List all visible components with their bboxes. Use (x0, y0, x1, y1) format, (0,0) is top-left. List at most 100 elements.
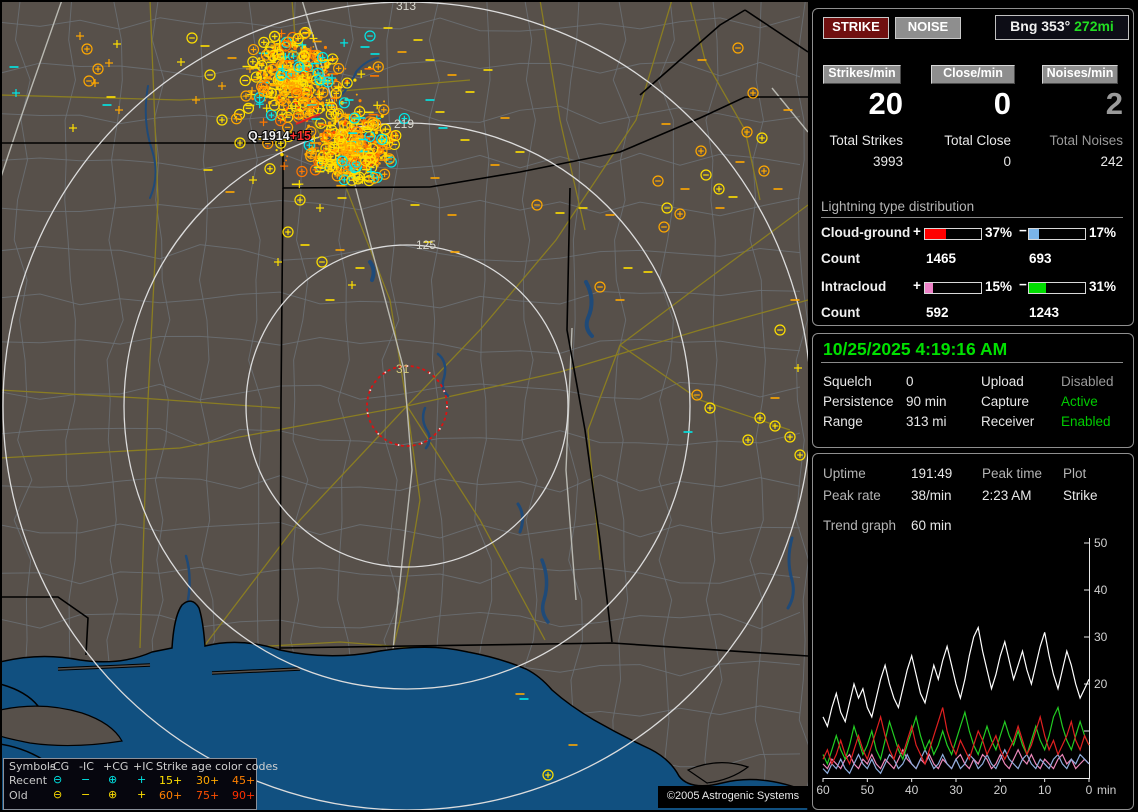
range-label: Range (823, 414, 863, 429)
svg-text:40: 40 (1094, 583, 1108, 597)
trend-graph: 50 40 30 20 60 50 40 30 20 10 0 min (816, 536, 1116, 797)
plus-sign: + (913, 278, 921, 293)
status-panel: 10/25/2025 4:19:16 AM Squelch 0 Upload D… (812, 333, 1134, 448)
noise-button[interactable]: NOISE (895, 17, 961, 39)
plus-icon-old: + (137, 788, 147, 801)
circle-minus-icon-recent: ⊖ (53, 773, 63, 786)
strike-button[interactable]: STRIKE (823, 17, 889, 39)
persistence-label: Persistence (823, 394, 894, 409)
legend-row-label: Recent (9, 774, 48, 787)
squelch-label: Squelch (823, 374, 872, 389)
svg-text:31: 31 (396, 362, 410, 376)
legend-header: -IC (79, 760, 94, 773)
plus-icon-recent: + (137, 773, 147, 786)
legend-row-label: Old (9, 789, 28, 802)
total-strikes-value: 3993 (872, 154, 903, 169)
svg-text:30: 30 (949, 783, 963, 797)
divider (821, 217, 1123, 218)
strike-map[interactable]: 313 219 125 31 Q-1914+15 Symbols -CG -IC +CG +IC… (2, 2, 808, 810)
range-value: 313 mi (906, 414, 947, 429)
rivers-layer (144, 57, 795, 638)
cg-pos-bar (924, 228, 982, 240)
map-canvas[interactable]: 313 219 125 31 Q-1914+15 (2, 2, 808, 810)
app-window: { "panel": { "strike_button": "STRIKE", … (0, 0, 1138, 812)
strikes-per-min-chip: Strikes/min (823, 65, 901, 84)
cloud-ground-label: Cloud-ground (821, 225, 911, 240)
ic-pos-bar-fill (925, 283, 934, 293)
capture-label: Capture (981, 394, 1030, 409)
svg-text:40: 40 (905, 783, 919, 797)
svg-text:20: 20 (1094, 677, 1108, 691)
strike-stats-panel: STRIKE NOISE Bng 353° 272mi Strikes/min … (812, 8, 1134, 326)
map-legend: Symbols -CG -IC +CG +IC Strike age color code… (3, 758, 278, 810)
circle-minus-icon-old: ⊖ (53, 788, 63, 801)
strikes-per-min-value: 20 (868, 86, 903, 121)
total-noises-label: Total Noises (1049, 133, 1123, 148)
svg-text:min: min (1097, 783, 1116, 797)
minus-sign: − (1019, 223, 1027, 238)
distribution-title: Lightning type distribution (821, 199, 975, 214)
capture-status: Active (1061, 394, 1098, 409)
squelch-value: 0 (906, 374, 914, 389)
svg-text:60: 60 (816, 783, 830, 797)
legend-age-value: 15+ (159, 774, 183, 787)
copyright-text: ©2005 Astrogenic Systems (658, 786, 808, 808)
legend-age-value: 60+ (159, 789, 183, 802)
legend-age-value: 30+ (196, 774, 220, 787)
cg-pos-bar-fill (925, 229, 946, 239)
svg-text:10: 10 (1038, 783, 1052, 797)
minus-icon-recent: − (81, 773, 91, 786)
ic-count-label: Count (821, 305, 860, 320)
circle-plus-icon-old: ⊕ (108, 788, 118, 801)
legend-age-value: 45+ (232, 774, 256, 787)
cg-neg-percent: 17% (1089, 225, 1117, 240)
cg-pos-count: 1465 (926, 251, 957, 266)
upload-status: Disabled (1061, 374, 1114, 389)
close-per-min-chip: Close/min (931, 65, 1015, 84)
svg-text:125: 125 (416, 238, 436, 252)
state-borders-layer (2, 9, 808, 657)
storm-cell-trac-label: Q-1914+15 (248, 129, 311, 143)
minus-icon-old: − (81, 788, 91, 801)
ic-neg-count: 1243 (1029, 305, 1060, 320)
noises-per-min-chip: Noises/min (1042, 65, 1118, 84)
svg-text:0: 0 (1086, 783, 1093, 797)
legend-age-value: 75+ (196, 789, 220, 802)
legend-age-title: Strike age color codes (156, 760, 278, 773)
minus-sign: − (1019, 277, 1027, 292)
ic-pos-bar (924, 282, 982, 294)
noises-per-min-value: 2 (1105, 86, 1123, 121)
receiver-status: Enabled (1061, 414, 1111, 429)
svg-text:50: 50 (1094, 536, 1108, 550)
ic-neg-bar (1028, 282, 1086, 294)
total-close-value: 0 (1003, 154, 1011, 169)
cg-neg-bar-fill (1029, 229, 1039, 239)
legend-header: +CG (103, 760, 129, 773)
divider (821, 362, 1123, 363)
legend-header: -CG (49, 760, 70, 773)
ic-pos-percent: 15% (985, 279, 1013, 294)
svg-text:20: 20 (994, 783, 1008, 797)
total-close-label: Total Close (944, 133, 1011, 148)
cg-neg-bar (1028, 228, 1086, 240)
svg-text:313: 313 (396, 2, 416, 13)
cg-count-label: Count (821, 251, 860, 266)
intracloud-label: Intracloud (821, 279, 887, 294)
close-per-min-value: 0 (993, 86, 1011, 121)
ic-pos-count: 592 (926, 305, 949, 320)
legend-age-value: 90+ (232, 789, 256, 802)
ic-neg-percent: 31% (1089, 279, 1117, 294)
cg-neg-count: 693 (1029, 251, 1052, 266)
circle-plus-icon-recent: ⊕ (108, 773, 118, 786)
ic-neg-bar-fill (1029, 283, 1047, 293)
svg-text:219: 219 (394, 117, 414, 131)
svg-text:50: 50 (861, 783, 875, 797)
persistence-value: 90 min (906, 394, 947, 409)
svg-text:30: 30 (1094, 630, 1108, 644)
bearing-readout: Bng 353° 272mi (995, 15, 1129, 40)
bearing-label: Bng 353° (1010, 18, 1071, 34)
receiver-label: Receiver (981, 414, 1035, 429)
trend-panel: Uptime 191:49 Peak time Plot Peak rate 3… (812, 453, 1134, 810)
upload-label: Upload (981, 374, 1024, 389)
legend-header: +IC (133, 760, 154, 773)
